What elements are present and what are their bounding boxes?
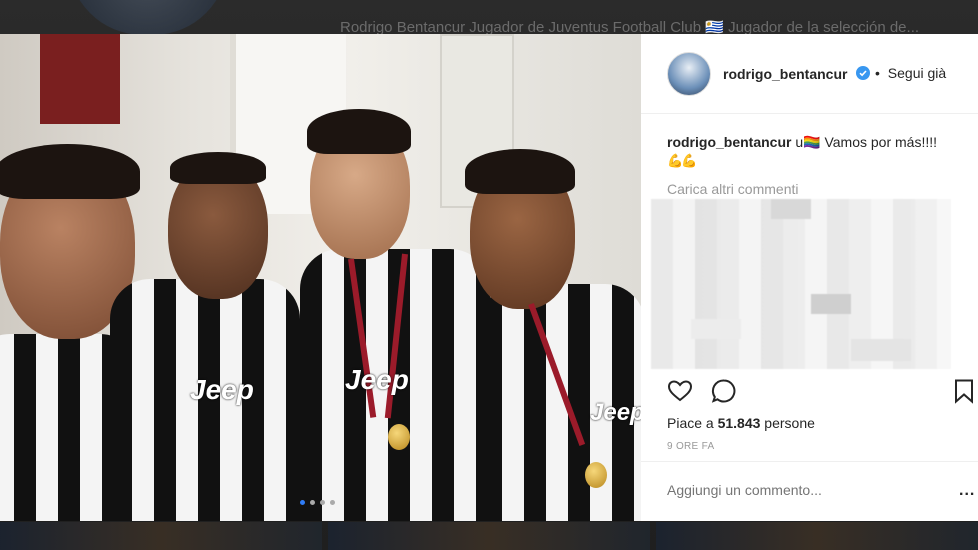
carousel-dots xyxy=(300,500,335,505)
jersey-sponsor: Jeep xyxy=(190,374,254,405)
caption-text: u🏳️‍🌈 Vamos por más!!!! xyxy=(795,134,938,150)
jersey-sponsor: Jeep xyxy=(345,364,409,395)
load-more-comments-link[interactable]: Carica altri commenti xyxy=(667,181,798,197)
bookmark-icon[interactable] xyxy=(951,378,977,404)
follow-label: Segui già xyxy=(887,65,947,81)
carousel-dot-active[interactable] xyxy=(300,500,305,505)
background-profile-avatar xyxy=(68,0,228,35)
red-locker xyxy=(40,34,120,124)
carousel-dot[interactable] xyxy=(320,500,325,505)
add-comment-input[interactable] xyxy=(667,482,907,498)
gold-medal xyxy=(585,462,607,488)
caption-emoji-line: 💪💪 xyxy=(667,153,697,168)
carousel-dot[interactable] xyxy=(330,500,335,505)
likes-suffix: persone xyxy=(760,415,815,431)
post-timestamp[interactable]: 9 ORE FA xyxy=(667,441,714,452)
separator-dot: • xyxy=(875,65,880,81)
verified-badge-icon xyxy=(856,66,870,80)
more-options-button[interactable]: ... xyxy=(959,482,975,500)
comment-icon[interactable] xyxy=(711,378,737,404)
background-grid-thumb[interactable] xyxy=(0,522,322,550)
divider xyxy=(641,461,978,462)
gold-medal xyxy=(388,424,410,450)
post-details-panel: rodrigo_bentancur • Segui già rodrigo_be… xyxy=(641,34,978,521)
blurred-comments xyxy=(651,199,951,369)
likes-count[interactable]: Piace a 51.843 persone xyxy=(667,415,815,431)
follow-status-button[interactable]: • Segui già xyxy=(875,65,946,81)
post-header: rodrigo_bentancur • Segui già xyxy=(641,34,978,114)
post-caption: rodrigo_bentancur u🏳️‍🌈 Vamos por más!!!… xyxy=(667,133,967,151)
heart-icon[interactable] xyxy=(667,378,693,404)
background-grid-thumb[interactable] xyxy=(328,522,650,550)
header-username[interactable]: rodrigo_bentancur xyxy=(723,66,847,82)
post-actions xyxy=(667,378,973,404)
likes-prefix: Piace a xyxy=(667,415,718,431)
caption-username[interactable]: rodrigo_bentancur xyxy=(667,134,791,150)
likes-number: 51.843 xyxy=(717,415,761,431)
post-photo[interactable]: Jeep Jeep Jeep xyxy=(0,34,641,521)
avatar[interactable] xyxy=(667,52,711,96)
background-photo-grid xyxy=(0,522,978,550)
jersey-sponsor: Jeep xyxy=(590,399,641,426)
carousel-dot[interactable] xyxy=(310,500,315,505)
background-grid-thumb[interactable] xyxy=(656,522,978,550)
